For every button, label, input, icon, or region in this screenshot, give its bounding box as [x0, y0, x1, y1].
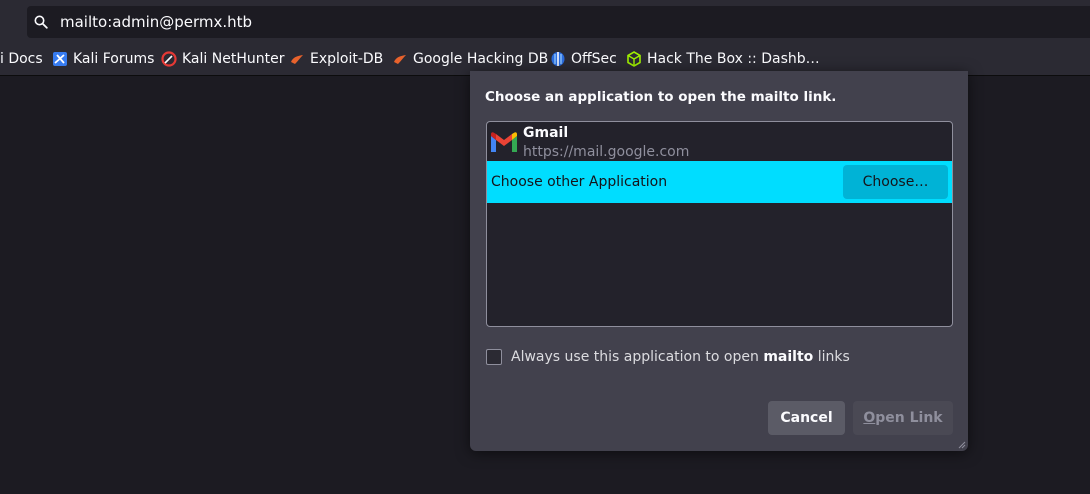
htb-icon — [627, 51, 641, 67]
app-url: https://mail.google.com — [523, 144, 690, 160]
browser-toolbar: mailto:admin@permx.htb — [0, 0, 1090, 43]
choose-button[interactable]: Choose… — [843, 165, 948, 199]
bookmark-label: OffSec — [571, 51, 617, 67]
open-link-accesskey: O — [863, 410, 876, 426]
dialog-heading: Choose an application to open the mailto… — [485, 89, 837, 105]
url-bar[interactable]: mailto:admin@permx.htb — [27, 6, 1090, 38]
ghdb-icon — [394, 55, 406, 64]
bookmark-kali-forums[interactable]: Kali Forums — [52, 50, 154, 68]
always-suffix: links — [813, 349, 850, 365]
bookmark-kali-docs[interactable]: i Docs — [0, 50, 43, 68]
app-name: Gmail — [523, 125, 569, 141]
bookmark-offsec[interactable]: OffSec — [550, 50, 617, 68]
bookmark-exploit-db[interactable]: Exploit-DB — [289, 50, 383, 68]
bookmark-hack-the-box[interactable]: Hack The Box :: Dashb… — [626, 50, 820, 68]
bookmark-label: Kali Forums — [73, 51, 155, 67]
offsec-icon — [551, 52, 565, 66]
gmail-icon — [491, 132, 517, 152]
mailto-app-chooser-dialog: Choose an application to open the mailto… — [470, 71, 968, 451]
resize-grip-icon[interactable] — [958, 441, 966, 449]
bookmark-label: Kali NetHunter — [182, 51, 285, 67]
choose-other-application-row[interactable]: Choose other Application Choose… — [487, 161, 952, 203]
always-protocol: mailto — [763, 349, 814, 365]
search-icon — [34, 15, 48, 29]
always-prefix: Always use this application to open — [511, 349, 764, 365]
kali-nethunter-icon — [161, 51, 177, 67]
bookmark-label: i Docs — [0, 51, 43, 67]
bookmark-label: Exploit-DB — [310, 51, 384, 67]
application-list[interactable]: Gmail https://mail.google.com Choose oth… — [486, 121, 953, 327]
bookmark-label: Google Hacking DB — [413, 51, 549, 67]
open-link-button[interactable]: Open Link — [853, 401, 953, 435]
url-text: mailto:admin@permx.htb — [60, 13, 253, 31]
bookmark-google-hacking-db[interactable]: Google Hacking DB — [392, 50, 548, 68]
exploit-db-icon — [291, 55, 303, 64]
bookmark-label: Hack The Box :: Dashb… — [647, 51, 820, 67]
always-use-checkbox[interactable] — [486, 349, 502, 365]
always-use-label: Always use this application to open mail… — [511, 349, 850, 365]
choose-other-label: Choose other Application — [491, 174, 668, 190]
app-item-gmail[interactable]: Gmail https://mail.google.com — [487, 122, 952, 162]
always-use-row[interactable]: Always use this application to open mail… — [486, 347, 850, 367]
bookmark-kali-nethunter[interactable]: Kali NetHunter — [161, 50, 284, 68]
cancel-button[interactable]: Cancel — [768, 401, 845, 435]
kali-forums-icon — [53, 52, 67, 66]
open-link-rest: pen Link — [875, 410, 943, 426]
